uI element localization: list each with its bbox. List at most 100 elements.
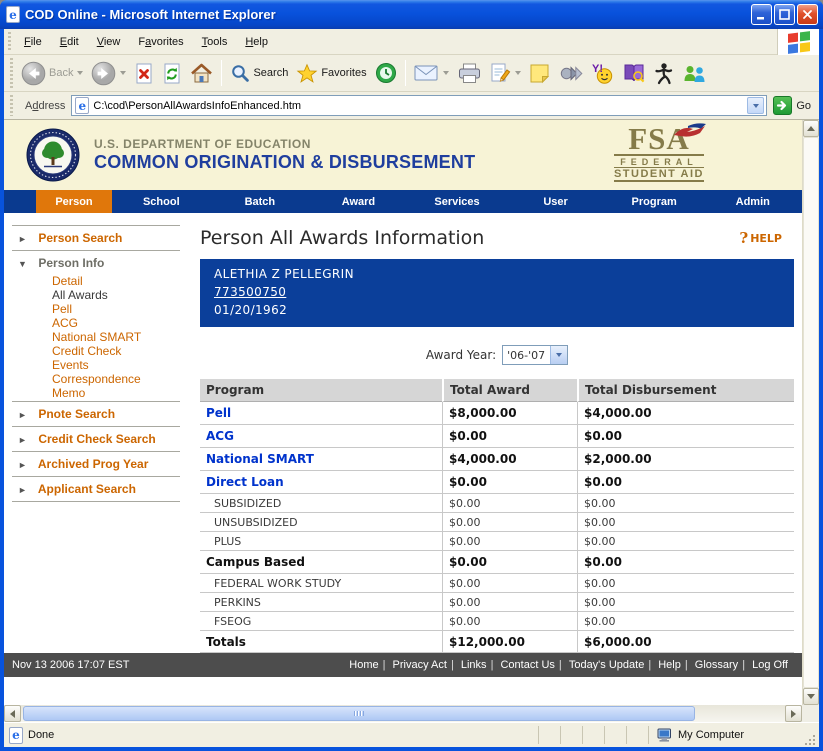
- maximize-button[interactable]: [774, 4, 795, 25]
- minimize-button[interactable]: [751, 4, 772, 25]
- table-row: ACG $0.00 $0.00: [200, 425, 794, 448]
- page-title: Person All Awards Information: [200, 227, 739, 249]
- close-button[interactable]: [797, 4, 818, 25]
- refresh-button[interactable]: [158, 60, 186, 87]
- sidebar-link[interactable]: Person Search: [38, 231, 122, 245]
- scroll-left-button[interactable]: [4, 705, 21, 722]
- select-dropdown-icon[interactable]: [550, 346, 567, 364]
- toolbar-grip2[interactable]: [8, 58, 15, 88]
- sidebar-item: Pell: [12, 303, 180, 317]
- toolbar-grip[interactable]: [6, 32, 13, 51]
- footer-link[interactable]: Privacy Act: [389, 659, 451, 671]
- sidebar-link[interactable]: Detail: [52, 274, 83, 288]
- discuss-button[interactable]: [525, 61, 554, 86]
- search-button[interactable]: Search: [226, 61, 292, 85]
- sidebar-link[interactable]: Memo: [52, 386, 85, 400]
- footer-link[interactable]: Log Off: [748, 659, 792, 671]
- go-button[interactable]: Go: [773, 96, 815, 115]
- address-bar: Address e C:\cod\PersonAllAwardsInfoEnha…: [4, 92, 819, 120]
- forward-button[interactable]: [87, 59, 130, 88]
- expand-arrow-icon: ►: [18, 435, 35, 445]
- footer-link[interactable]: Contact Us: [496, 659, 558, 671]
- yahoo-messenger-button[interactable]: Y!: [587, 60, 618, 87]
- total-award-value: $0.00: [442, 425, 577, 448]
- program-name[interactable]: ACG: [206, 429, 234, 443]
- sidebar-link[interactable]: Correspondence: [52, 372, 141, 386]
- stop-button[interactable]: [130, 60, 158, 87]
- menu-item[interactable]: Favorites: [129, 32, 192, 52]
- horizontal-scroll-thumb[interactable]: [23, 706, 695, 721]
- footer-link[interactable]: Home: [345, 659, 382, 671]
- yahoo-messenger-icon: Y!: [591, 62, 614, 85]
- sidebar-link[interactable]: Pell: [52, 302, 72, 316]
- award-year-select[interactable]: '06-'07: [502, 345, 568, 365]
- program-name[interactable]: Pell: [206, 406, 231, 420]
- scroll-right-button[interactable]: [785, 705, 802, 722]
- messenger-button[interactable]: [554, 61, 587, 86]
- sidebar-link[interactable]: Applicant Search: [38, 482, 136, 496]
- scroll-up-button[interactable]: [803, 120, 819, 137]
- nav-tab[interactable]: User: [506, 190, 605, 213]
- total-award-value: $0.00: [442, 593, 577, 612]
- edit-button[interactable]: [486, 60, 525, 86]
- footer-link[interactable]: Glossary: [691, 659, 742, 671]
- sidebar-link[interactable]: Credit Check: [52, 344, 121, 358]
- home-button[interactable]: [186, 60, 217, 87]
- msn-messenger-button[interactable]: [678, 61, 711, 86]
- scroll-down-button[interactable]: [803, 688, 819, 705]
- nav-tab[interactable]: Admin: [703, 190, 802, 213]
- address-dropdown-button[interactable]: [747, 97, 764, 114]
- menu-bar: File Edit View Favorites Tools Help: [4, 29, 819, 55]
- sidebar-link[interactable]: Credit Check Search: [38, 432, 155, 446]
- menu-item[interactable]: Help: [236, 32, 277, 52]
- nav-tab[interactable]: Program: [605, 190, 704, 213]
- edit-page-icon: [490, 62, 511, 84]
- svg-text:Y!: Y!: [592, 63, 603, 75]
- favorites-button[interactable]: Favorites: [292, 61, 370, 86]
- nav-tab[interactable]: Services: [408, 190, 507, 213]
- back-button[interactable]: Back: [17, 59, 87, 88]
- print-button[interactable]: [453, 61, 486, 86]
- total-disbursement-value: $2,000.00: [577, 448, 794, 471]
- favorites-star-icon: [296, 63, 318, 84]
- nav-tab[interactable]: School: [112, 190, 211, 213]
- sidebar-link[interactable]: Person Info: [38, 256, 104, 270]
- sidebar-link: All Awards: [52, 288, 108, 302]
- sidebar-link[interactable]: National SMART: [52, 330, 141, 344]
- vertical-scrollbar[interactable]: [802, 120, 819, 705]
- horizontal-scrollbar[interactable]: [4, 705, 819, 722]
- vertical-scroll-track[interactable]: [803, 137, 819, 688]
- sidebar-link[interactable]: Events: [52, 358, 89, 372]
- home-icon: [190, 62, 213, 85]
- nav-tab[interactable]: Person: [36, 190, 112, 213]
- toolbar-grip3[interactable]: [8, 95, 15, 116]
- menu-item[interactable]: View: [88, 32, 130, 52]
- nav-tab[interactable]: Award: [309, 190, 408, 213]
- program-name[interactable]: Direct Loan: [206, 475, 284, 489]
- vertical-scroll-thumb[interactable]: [803, 137, 819, 688]
- aim-button[interactable]: [649, 60, 678, 87]
- total-disbursement-value: $0.00: [577, 471, 794, 494]
- table-row: Direct Loan $0.00 $0.00: [200, 471, 794, 494]
- total-award-value: $4,000.00: [442, 448, 577, 471]
- menu-item[interactable]: File: [15, 32, 51, 52]
- person-name: ALETHIA Z PELLEGRIN: [214, 267, 794, 282]
- resize-grip[interactable]: [802, 733, 816, 747]
- footer-link[interactable]: Today's Update: [565, 659, 648, 671]
- sidebar-link[interactable]: ACG: [52, 316, 78, 330]
- horizontal-scroll-track[interactable]: [21, 705, 785, 722]
- footer-link[interactable]: Links: [457, 659, 491, 671]
- nav-tab[interactable]: Batch: [211, 190, 310, 213]
- history-button[interactable]: [371, 60, 401, 86]
- address-input[interactable]: e C:\cod\PersonAllAwardsInfoEnhanced.htm: [71, 95, 767, 116]
- person-ssn-link[interactable]: 773500750: [214, 285, 286, 300]
- help-link[interactable]: ? HELP: [739, 229, 782, 247]
- menu-item[interactable]: Edit: [51, 32, 88, 52]
- menu-item[interactable]: Tools: [193, 32, 237, 52]
- footer-link[interactable]: Help: [654, 659, 685, 671]
- program-name[interactable]: National SMART: [206, 452, 314, 466]
- research-button[interactable]: [618, 60, 649, 87]
- sidebar-link[interactable]: Pnote Search: [38, 407, 115, 421]
- mail-button[interactable]: [410, 62, 453, 84]
- sidebar-link[interactable]: Archived Prog Year: [38, 457, 149, 471]
